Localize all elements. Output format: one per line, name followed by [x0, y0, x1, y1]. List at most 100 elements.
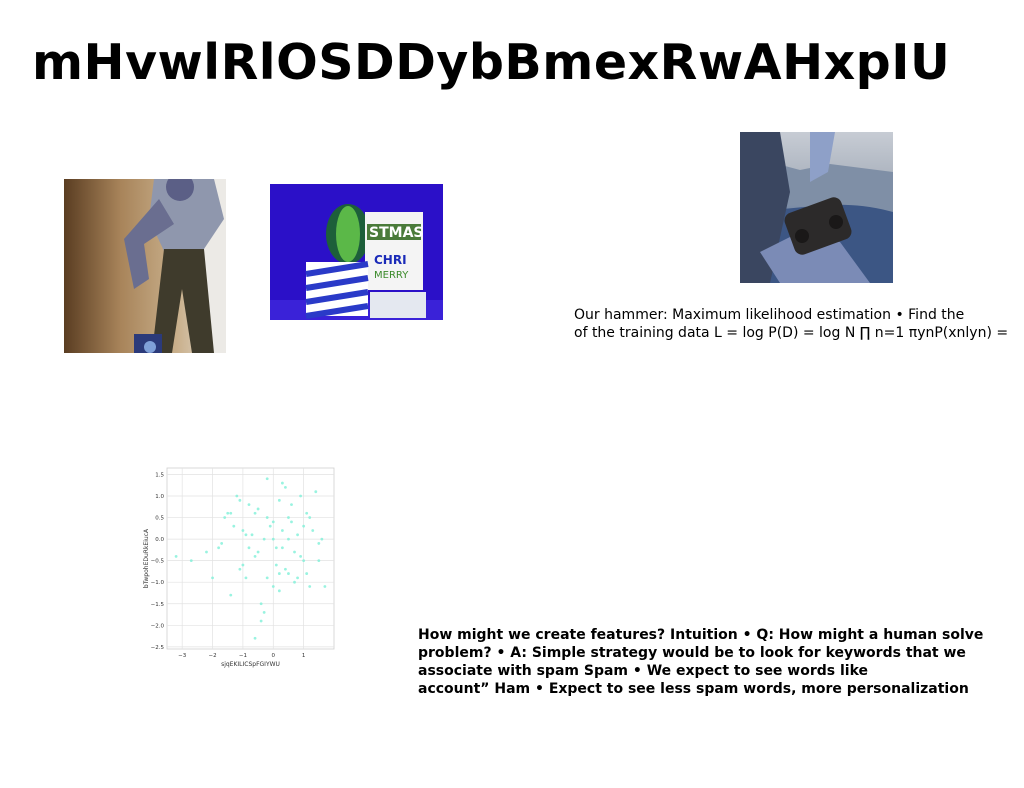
scatter-point — [229, 593, 233, 597]
scatter-point — [308, 585, 312, 588]
x-tick-label: −3 — [178, 653, 187, 659]
scatter-point — [217, 546, 221, 550]
scatter-chart: −3 −2 −1 0 1 1.5 1.0 0.5 0.0 −0.5 −1.0 −1.5 −2.0 −2.5… — [143, 467, 335, 668]
scatter-point — [293, 580, 296, 584]
y-axis-label: bTwpohEDuRkEiucA — [143, 528, 150, 588]
scatter-point — [253, 636, 257, 640]
scatter-point — [323, 585, 327, 588]
features-line: How might we create features? Intuition … — [418, 627, 984, 643]
x-tick-label: −1 — [239, 653, 247, 659]
svg-text:CHRI: CHRI — [374, 253, 407, 267]
scatter-point — [299, 554, 302, 558]
scatter-point — [189, 559, 193, 563]
y-tick-label: 1.0 — [155, 494, 164, 500]
y-tick-label: −1.5 — [151, 602, 165, 608]
scatter-point — [265, 477, 269, 481]
y-tick-label: −2.0 — [151, 623, 165, 629]
scatter-point — [274, 546, 278, 550]
scatter-point — [253, 554, 257, 558]
scatter-point — [238, 498, 242, 502]
scatter-point — [287, 516, 290, 519]
mle-line: Our hammer: Maximum likelihood estimatio… — [574, 307, 965, 323]
mle-text-block: Our hammer: Maximum likelihood estimatio… — [574, 306, 1014, 342]
scatter-point — [220, 542, 224, 545]
scatter-point — [299, 494, 302, 498]
scatter-point — [241, 563, 245, 567]
scatter-point — [271, 537, 275, 541]
scatter-point — [280, 546, 284, 550]
scatter-point — [277, 572, 281, 575]
scatter-point — [317, 542, 321, 545]
scatter-point — [302, 559, 306, 563]
scatter-point — [259, 602, 263, 606]
svg-text:STMAS: STMAS — [369, 225, 423, 241]
scatter-point — [305, 511, 309, 515]
x-tick-label: 0 — [272, 653, 276, 659]
scatter-point — [256, 550, 260, 554]
scatter-point — [271, 520, 275, 524]
features-text-block: How might we create features? Intuition … — [418, 626, 1008, 698]
scatter-point — [284, 567, 287, 571]
mle-line: of the training data L = log P(D) = log … — [574, 325, 1009, 341]
scatter-point — [320, 537, 324, 541]
scatter-point — [205, 550, 208, 554]
scatter-point — [293, 550, 296, 554]
scatter-point — [296, 533, 299, 537]
svg-text:MERRY: MERRY — [374, 270, 409, 281]
scatter-point — [250, 533, 254, 537]
features-line: associate with spam Spam • We expect to … — [418, 663, 869, 679]
scatter-point — [235, 494, 239, 498]
scatter-point — [238, 567, 242, 571]
scatter-point — [287, 572, 290, 575]
christmas-gifts-photo: STMAS CHRI MERRY — [270, 184, 443, 320]
scatter-point — [311, 529, 315, 532]
scatter-point — [314, 490, 318, 494]
y-tick-label: 1.5 — [155, 472, 164, 478]
y-tick-label: 0.5 — [155, 516, 164, 522]
scatter-point — [244, 576, 248, 580]
scatter-point — [226, 511, 230, 515]
slide-title: mHvwlRlOSDDybBmexRwAHxpIU — [32, 34, 951, 91]
scatter-point — [274, 563, 278, 567]
scatter-point — [287, 537, 290, 541]
scatter-point — [305, 572, 309, 575]
scatter-point — [223, 516, 227, 519]
scatter-point — [271, 585, 275, 588]
scatter-point — [262, 537, 266, 541]
scatter-point — [290, 503, 293, 507]
scatter-point — [211, 576, 214, 580]
scatter-point — [290, 520, 293, 524]
scatter-point — [296, 576, 299, 580]
x-tick-label: −2 — [208, 653, 216, 659]
scatter-point — [280, 529, 284, 532]
y-tick-label: 0.0 — [155, 537, 164, 543]
scatter-point — [241, 529, 245, 532]
features-line: account” Ham • Expect to see less spam w… — [418, 681, 969, 697]
scatter-point — [277, 498, 281, 502]
scatter-point — [302, 524, 306, 528]
scatter-point — [308, 516, 312, 519]
x-tick-label: 1 — [302, 653, 306, 659]
scatter-point — [253, 511, 257, 515]
hands-with-remote-photo — [740, 132, 893, 283]
scatter-point — [256, 507, 260, 511]
scatter-point — [317, 559, 321, 563]
scatter-point — [247, 546, 251, 550]
scatter-point — [244, 533, 248, 537]
scatter-point — [284, 485, 287, 489]
features-line: problem? • A: Simple strategy would be t… — [418, 645, 966, 661]
scatter-point — [229, 511, 233, 515]
scatter-point — [277, 589, 281, 593]
y-tick-label: −2.5 — [151, 645, 165, 651]
scatter-point — [247, 503, 251, 507]
scatter-point — [262, 610, 266, 614]
person-at-wall-photo — [64, 179, 226, 353]
x-axis-label: sjqEKILICSpFGIYWU — [221, 661, 280, 668]
scatter-point — [280, 481, 284, 485]
y-tick-label: −1.0 — [151, 580, 165, 586]
scatter-point — [174, 554, 178, 558]
scatter-point — [259, 619, 263, 623]
scatter-point — [268, 524, 272, 528]
y-tick-label: −0.5 — [151, 559, 165, 565]
scatter-point — [232, 524, 236, 528]
